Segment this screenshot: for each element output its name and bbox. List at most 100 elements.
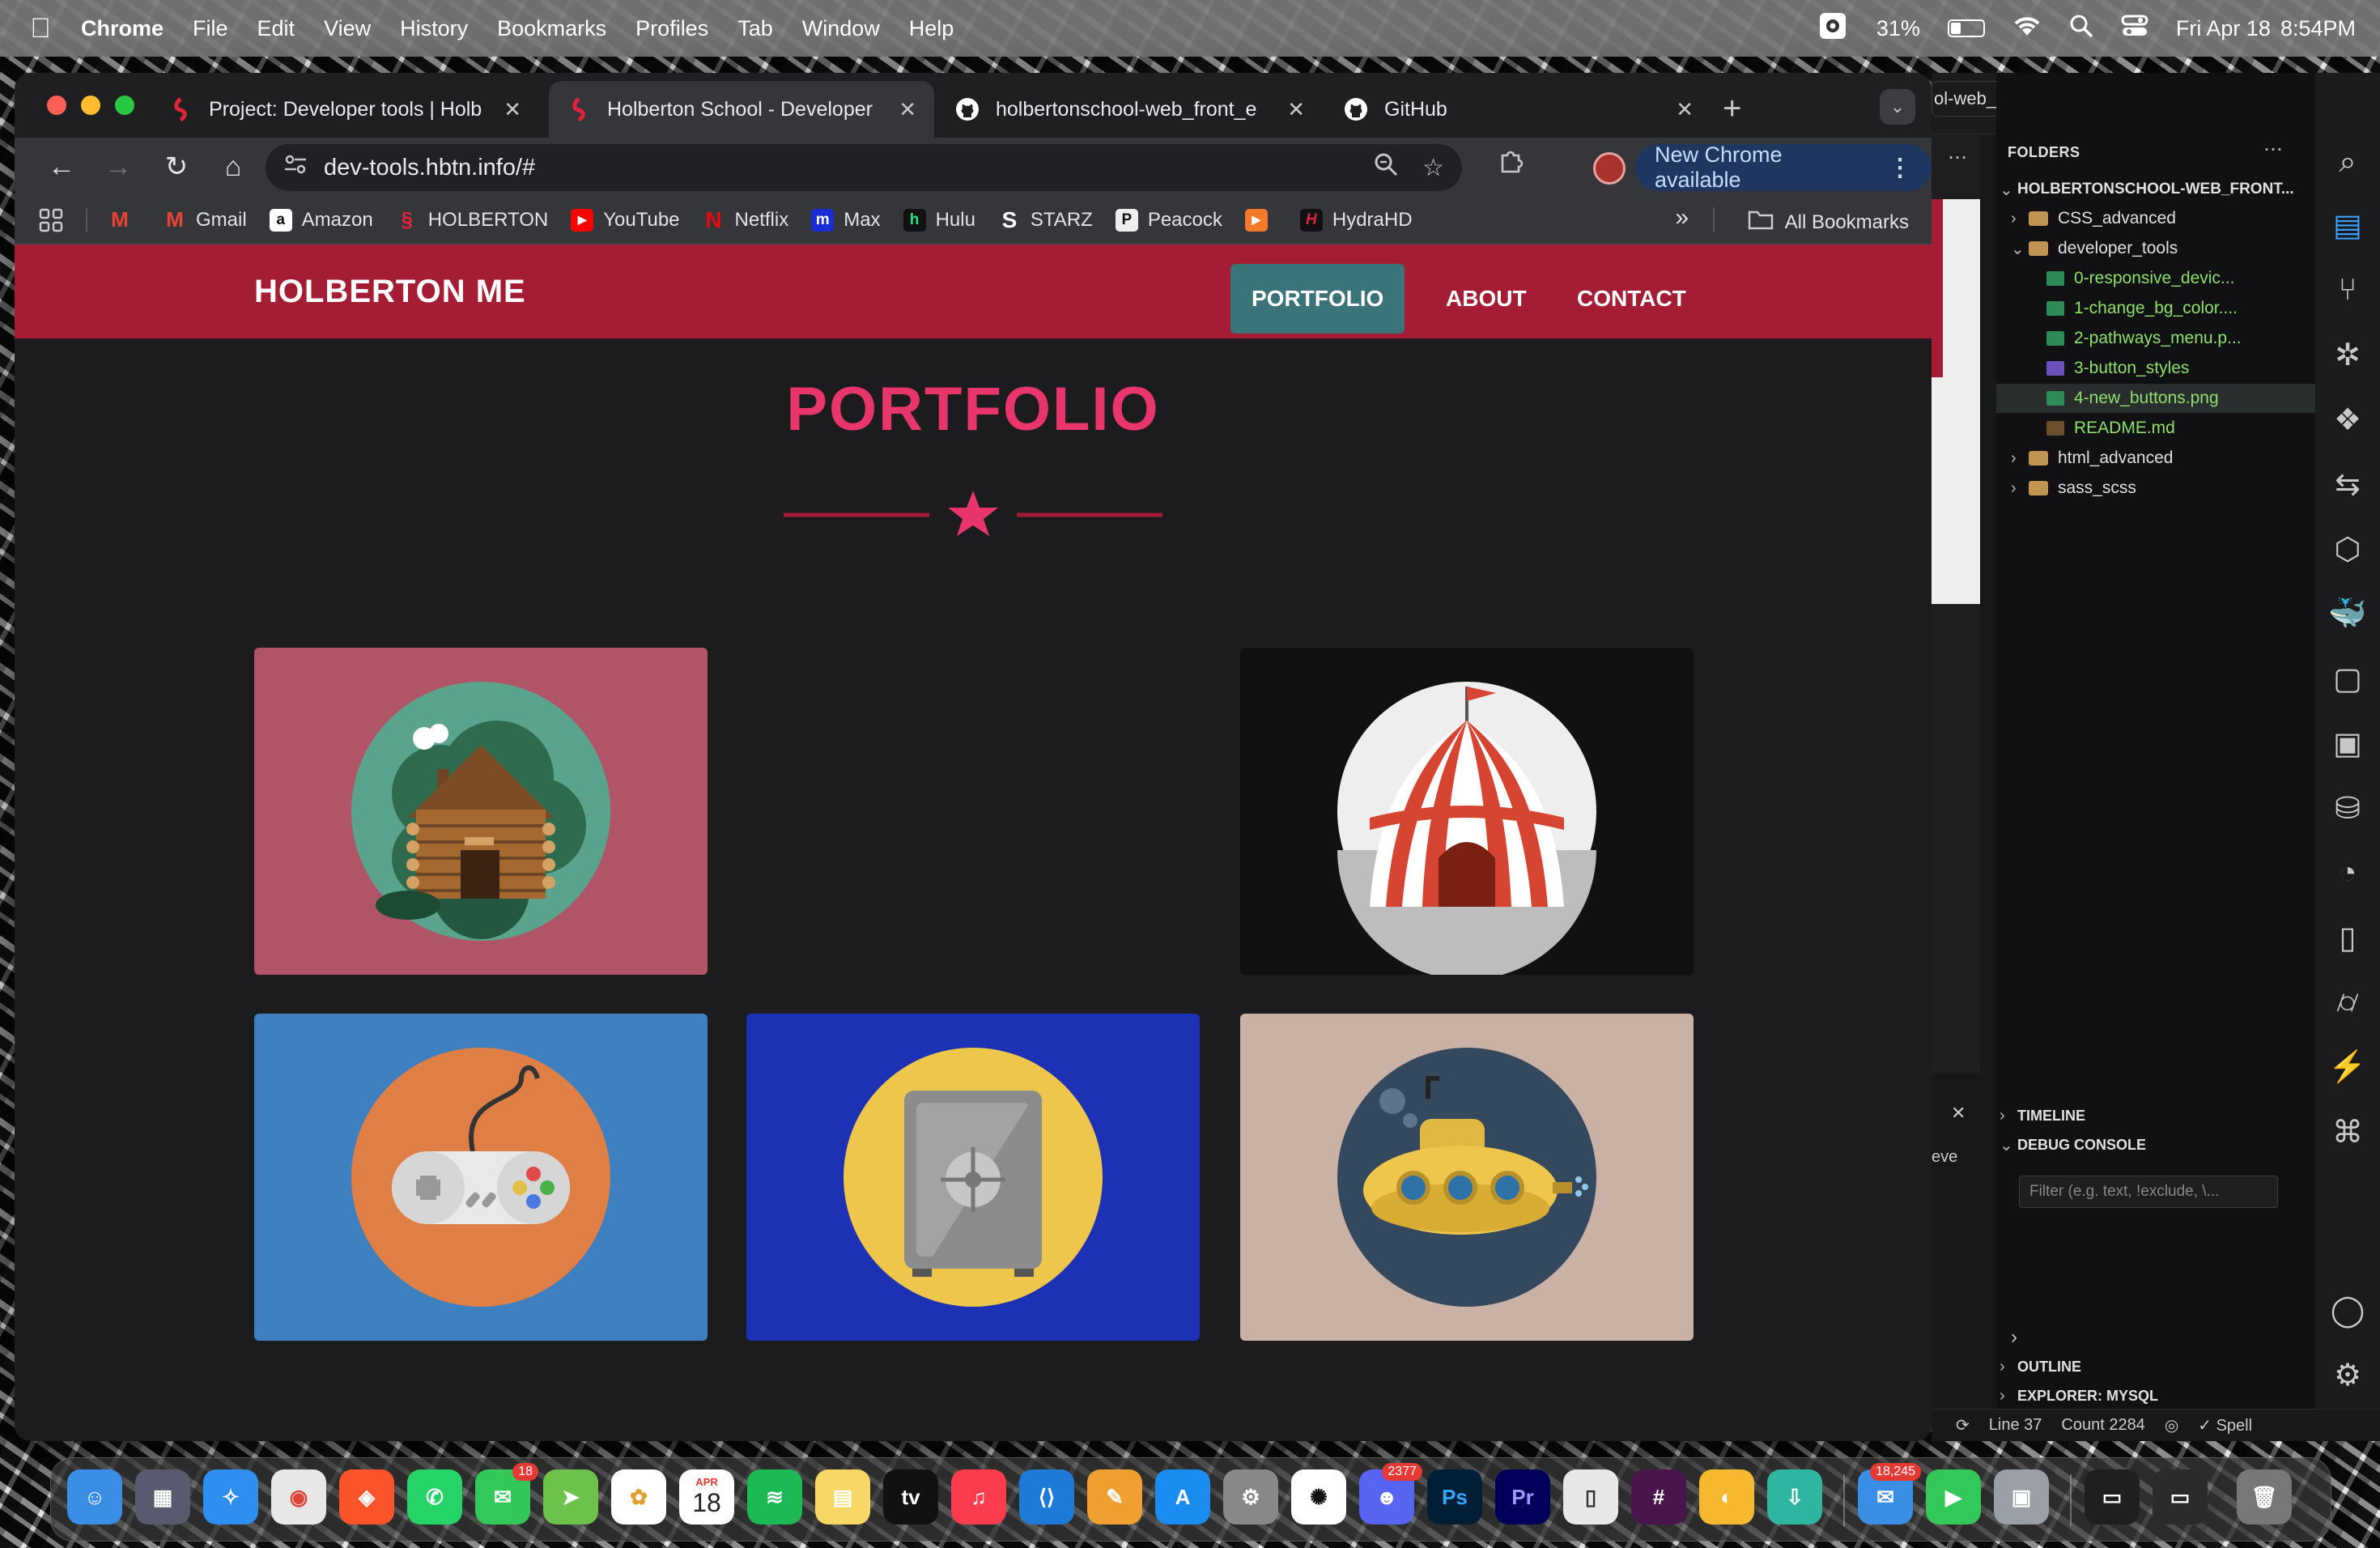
status-sync-icon[interactable]: ⟳ bbox=[1956, 1415, 1970, 1435]
apple-tv-icon[interactable]: tv bbox=[883, 1469, 938, 1525]
messages-icon[interactable]: ✉ 18 bbox=[475, 1463, 538, 1525]
premiere-icon[interactable]: Pr bbox=[1495, 1469, 1550, 1525]
battery-percent[interactable]: 31% bbox=[1876, 16, 1920, 41]
search-icon[interactable]: ⌕ bbox=[2330, 144, 2365, 180]
all-bookmarks-button[interactable]: All Bookmarks bbox=[1748, 209, 1909, 236]
menu-profiles[interactable]: Profiles bbox=[635, 16, 708, 41]
facetime-icon[interactable]: ▶ bbox=[1926, 1469, 1981, 1525]
live-share-icon[interactable]: ⇆ bbox=[2330, 466, 2365, 502]
bookmark-play[interactable]: ▶ bbox=[1244, 208, 1277, 232]
control-center-icon[interactable] bbox=[2121, 14, 2148, 44]
bookmark-hydrahd[interactable]: H HydraHD bbox=[1299, 208, 1413, 232]
address-bar[interactable]: dev-tools.hbtn.info/# ☆ bbox=[266, 144, 1462, 191]
system-settings-icon[interactable]: ⚙ bbox=[1223, 1469, 1278, 1525]
site-info-icon[interactable] bbox=[283, 154, 308, 181]
docker-whale-icon[interactable]: 🐳 bbox=[2328, 596, 2366, 632]
portfolio-card-submarine[interactable] bbox=[1240, 1014, 1694, 1341]
chrome-icon[interactable]: ◉ bbox=[271, 1469, 326, 1525]
tab-github-repo[interactable]: holbertonschool-web_front_e ✕ bbox=[937, 81, 1323, 138]
url-text[interactable]: dev-tools.hbtn.info/# bbox=[324, 155, 1349, 181]
database-icon[interactable]: ⛁ bbox=[2330, 790, 2365, 826]
app-store-icon[interactable]: A bbox=[1155, 1469, 1210, 1525]
spotlight-search-icon[interactable] bbox=[2069, 14, 2093, 44]
nav-contact[interactable]: CONTACT bbox=[1556, 264, 1707, 334]
window-thumbnail-icon[interactable]: ▭ bbox=[2085, 1469, 2140, 1525]
notebook-icon[interactable]: ▯ bbox=[2330, 920, 2365, 955]
chrome-window-thumbnail-icon[interactable]: ▭ bbox=[2153, 1469, 2208, 1525]
bookmark-youtube[interactable]: ▶ YouTube bbox=[571, 208, 680, 232]
nav-portfolio[interactable]: PORTFOLIO bbox=[1230, 264, 1405, 334]
menu-window[interactable]: Window bbox=[802, 16, 880, 41]
remote-explorer-icon[interactable]: ▣ bbox=[2330, 725, 2365, 761]
tab-project-developer-tools[interactable]: Project: Developer tools | Holb ✕ bbox=[151, 81, 539, 138]
pie-chart-icon[interactable]: ◔ bbox=[2330, 855, 2365, 891]
photos-icon[interactable]: ✿ bbox=[611, 1469, 666, 1525]
photoshop-icon[interactable]: Ps bbox=[1427, 1469, 1482, 1525]
back-arrow-icon[interactable]: ← bbox=[39, 144, 84, 189]
reload-icon[interactable]: ↻ bbox=[154, 144, 199, 189]
chevron-right-icon[interactable]: › bbox=[2011, 1326, 2017, 1349]
close-tab-icon[interactable]: ✕ bbox=[504, 97, 521, 122]
cube-icon[interactable]: ⬡ bbox=[2330, 531, 2365, 567]
cylinder-icon[interactable]: ⌭ bbox=[2330, 985, 2365, 1020]
slack-icon[interactable]: # bbox=[1631, 1469, 1686, 1525]
menu-app-name[interactable]: Chrome bbox=[81, 16, 164, 41]
tab-github[interactable]: GitHub ✕ bbox=[1326, 81, 1711, 138]
wifi-icon[interactable] bbox=[2012, 15, 2042, 43]
menu-history[interactable]: History bbox=[400, 16, 468, 41]
mail-icon[interactable]: ✉ 18,245 bbox=[1858, 1463, 1921, 1525]
extensions-icon[interactable]: ❖ bbox=[2330, 402, 2365, 437]
status-bell-icon[interactable]: ◎ bbox=[2165, 1415, 2178, 1435]
installer-icon[interactable]: ⇩ bbox=[1767, 1469, 1822, 1525]
menu-time[interactable]: 8:54PM bbox=[2280, 16, 2356, 41]
launchpad-icon[interactable]: ▦ bbox=[135, 1469, 190, 1525]
whatsapp-icon[interactable]: ✆ bbox=[407, 1469, 462, 1525]
bookmark-max[interactable]: m Max bbox=[811, 208, 881, 232]
menu-edit[interactable]: Edit bbox=[257, 16, 295, 41]
maps-icon[interactable]: ➤ bbox=[543, 1469, 598, 1525]
zoom-icon[interactable] bbox=[1374, 152, 1398, 183]
notes-icon[interactable]: ▤ bbox=[815, 1469, 870, 1525]
new-tab-button[interactable]: + bbox=[1723, 91, 1741, 127]
lightning-icon[interactable]: ⚡ bbox=[2328, 1049, 2366, 1085]
chat-icon[interactable]: ▢ bbox=[2330, 661, 2365, 696]
status-count[interactable]: Count 2284 bbox=[2061, 1416, 2144, 1435]
trash-icon[interactable]: 🗑 bbox=[2237, 1469, 2292, 1525]
extensions-puzzle-icon[interactable] bbox=[1498, 147, 1525, 182]
close-panel-icon[interactable]: ✕ bbox=[1951, 1103, 1966, 1124]
bookmark-gmail[interactable]: M Gmail bbox=[164, 207, 247, 232]
portfolio-card-circus-tent[interactable] bbox=[1240, 648, 1694, 975]
bookmark-star-icon[interactable]: ☆ bbox=[1422, 154, 1444, 182]
bookmark-starz[interactable]: S STARZ bbox=[998, 207, 1093, 232]
close-tab-icon[interactable]: ✕ bbox=[899, 97, 916, 122]
menu-bookmarks[interactable]: Bookmarks bbox=[497, 16, 606, 41]
account-icon[interactable]: ◯ bbox=[2330, 1292, 2365, 1328]
bookmark-holberton[interactable]: § HOLBERTON bbox=[396, 207, 548, 232]
tab-holberton-developer[interactable]: Holberton School - Developer ✕ bbox=[549, 81, 934, 138]
close-tab-icon[interactable]: ✕ bbox=[1676, 97, 1694, 122]
menu-tab[interactable]: Tab bbox=[737, 16, 773, 41]
music-icon[interactable]: ♫ bbox=[951, 1469, 1006, 1525]
nav-about[interactable]: ABOUT bbox=[1425, 264, 1548, 334]
battery-icon[interactable] bbox=[1947, 19, 1985, 37]
zoom-window-button[interactable] bbox=[115, 96, 134, 115]
more-actions-icon[interactable]: ⋯ bbox=[2263, 138, 2283, 161]
safari-icon[interactable]: ✧ bbox=[203, 1469, 258, 1525]
menu-view[interactable]: View bbox=[324, 16, 371, 41]
menu-date[interactable]: Fri Apr 18 bbox=[2176, 16, 2271, 41]
chevron-more-icon[interactable]: » bbox=[1675, 204, 1689, 232]
finder-icon[interactable]: ☺ bbox=[67, 1469, 122, 1525]
python-icon[interactable]: ⌘ bbox=[2330, 1114, 2365, 1150]
home-icon[interactable]: ⌂ bbox=[210, 144, 256, 189]
lemon-icon[interactable]: ◐ bbox=[1699, 1469, 1754, 1525]
portfolio-card-game-controller[interactable] bbox=[254, 1014, 708, 1341]
discord-icon[interactable]: ☻ 2377 bbox=[1359, 1463, 1422, 1525]
new-chrome-available-button[interactable]: New Chrome available ⋮ bbox=[1635, 142, 1932, 192]
site-brand[interactable]: HOLBERTON ME bbox=[254, 274, 526, 310]
portfolio-card-cabin[interactable] bbox=[254, 648, 708, 975]
preview-icon[interactable]: ▣ bbox=[1994, 1469, 2049, 1525]
status-spell[interactable]: ✓ Spell bbox=[2198, 1415, 2252, 1435]
debug-bug-icon[interactable]: ✲ bbox=[2330, 337, 2365, 372]
minimize-window-button[interactable] bbox=[81, 96, 100, 115]
debug-filter-input[interactable]: Filter (e.g. text, !exclude, \... bbox=[2019, 1176, 2278, 1208]
